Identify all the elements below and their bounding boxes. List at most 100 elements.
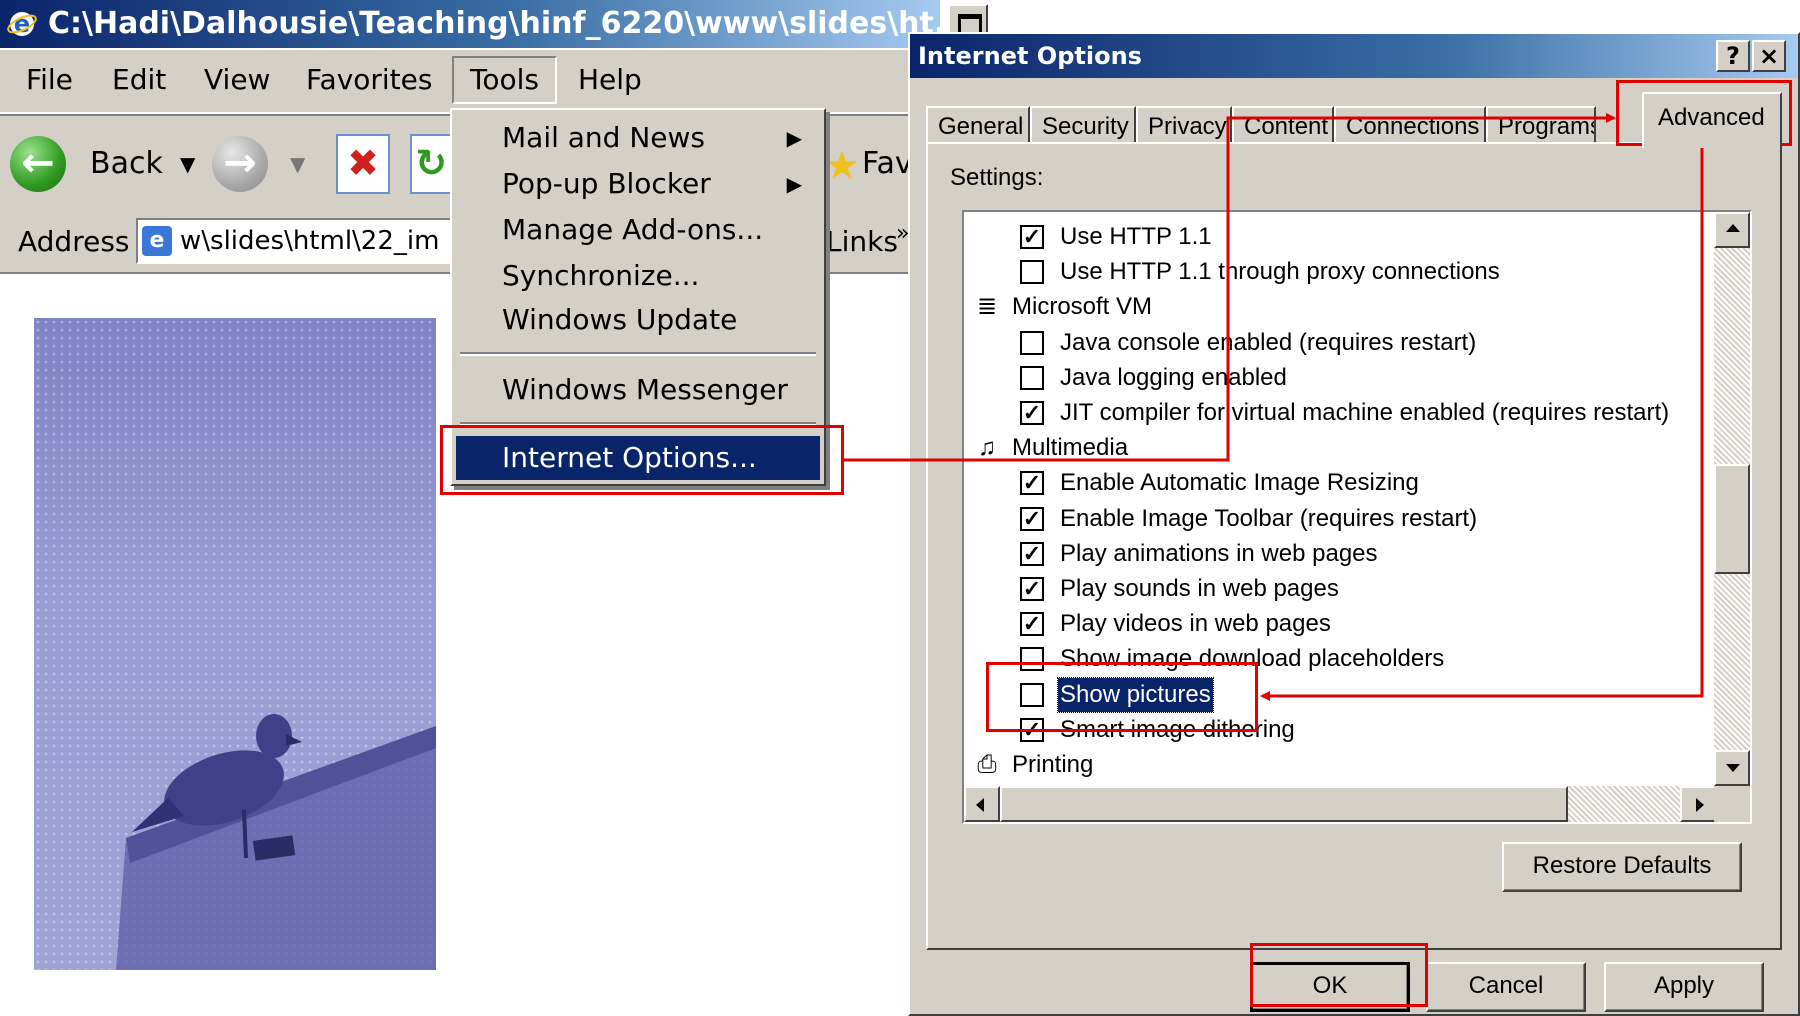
tab-privacy[interactable]: Privacy: [1136, 106, 1232, 144]
seagull-icon: [116, 714, 436, 970]
arrow-left-icon: [976, 798, 984, 812]
menu-item-label: Pop-up Blocker: [502, 167, 711, 200]
horizontal-scroll-thumb[interactable]: [1000, 786, 1568, 822]
checkbox[interactable]: [1020, 330, 1044, 355]
menu-view-label: View: [204, 63, 271, 96]
checkbox[interactable]: ✓: [1020, 612, 1044, 637]
tab-advanced[interactable]: Advanced: [1642, 92, 1782, 148]
printer-icon: ⎙: [972, 750, 1002, 780]
settings-label-text: Printing: [1012, 751, 1094, 778]
checkbox[interactable]: ✓: [1020, 577, 1044, 601]
menu-item-popup-blocker[interactable]: Pop-up Blocker ▶: [456, 162, 820, 206]
settings-label-text: Java console enabled (requires restart): [1060, 328, 1477, 356]
apply-button[interactable]: Apply: [1604, 962, 1764, 1012]
submenu-arrow-icon: ▶: [786, 172, 802, 196]
address-value: w\slides\html\22_im: [180, 226, 440, 256]
menu-help[interactable]: Help: [562, 58, 658, 102]
settings-label-text: Play videos in web pages: [1060, 610, 1331, 638]
menu-item-windows-messenger[interactable]: Windows Messenger: [456, 368, 820, 412]
cancel-button[interactable]: Cancel: [1426, 962, 1586, 1012]
refresh-icon[interactable]: ↻: [410, 134, 450, 194]
browser-title-text: C:\Hadi\Dalhousie\Teaching\hinf_6220\www…: [48, 6, 940, 41]
svg-text:e: e: [14, 10, 30, 38]
menu-bar: File Edit View Favorites Tools Help: [0, 50, 940, 114]
submenu-arrow-icon: ▶: [786, 126, 802, 150]
scroll-up-button[interactable]: [1714, 212, 1750, 248]
menu-item-label: Windows Update: [502, 303, 738, 336]
tab-security[interactable]: Security: [1030, 106, 1136, 144]
tab-connections[interactable]: Connections: [1334, 106, 1486, 144]
arrow-up-icon: [1726, 224, 1740, 232]
links-label[interactable]: Links: [826, 220, 898, 264]
checkbox[interactable]: [1020, 365, 1044, 390]
stop-icon[interactable]: ✖: [336, 134, 390, 194]
tab-label: Content: [1244, 113, 1329, 140]
menu-help-label: Help: [578, 63, 642, 96]
scroll-down-button[interactable]: [1714, 750, 1750, 786]
menu-item-label: Manage Add-ons...: [502, 213, 764, 246]
address-input[interactable]: e w\slides\html\22_im: [136, 218, 472, 264]
forward-button[interactable]: →: [212, 136, 268, 192]
settings-label-text: Multimedia: [1012, 434, 1129, 462]
checkbox[interactable]: ✓: [1020, 541, 1044, 566]
page-icon: e: [142, 226, 172, 256]
scroll-right-button[interactable]: [1680, 786, 1716, 822]
dialog-title: Internet Options: [918, 42, 1142, 70]
settings-label-text: Java logging enabled: [1060, 363, 1287, 391]
back-dropdown-icon[interactable]: ▼: [180, 140, 195, 188]
checkbox[interactable]: [1020, 260, 1044, 285]
help-button[interactable]: ?: [1716, 40, 1750, 72]
menu-separator: [460, 352, 816, 356]
restore-defaults-label: Restore Defaults: [1532, 852, 1712, 879]
menu-favorites[interactable]: Favorites: [290, 58, 448, 102]
highlight-ok-button: [1250, 943, 1428, 1007]
menu-item-label: Mail and News: [502, 121, 706, 154]
tab-strip: General Security Privacy Content Connect…: [926, 92, 1790, 148]
horizontal-scrollbar[interactable]: [964, 786, 1716, 822]
internet-explorer-icon: e: [7, 10, 37, 38]
checkbox[interactable]: ✓: [1020, 225, 1044, 249]
menu-view[interactable]: View: [188, 58, 286, 102]
settings-label-text: Use HTTP 1.1 through proxy connections: [1060, 258, 1500, 286]
settings-label-text: Microsoft VM: [1012, 293, 1153, 321]
menu-item-mail-and-news[interactable]: Mail and News ▶: [456, 116, 820, 160]
document-icon: ≣: [972, 292, 1002, 322]
settings-label-text: JIT compiler for virtual machine enabled…: [1060, 399, 1670, 426]
tab-label: Advanced: [1658, 104, 1765, 131]
forward-dropdown-icon[interactable]: ▼: [290, 140, 305, 188]
favorites-star-icon[interactable]: ★: [824, 144, 860, 188]
tab-general[interactable]: General: [926, 106, 1030, 144]
menu-item-windows-update[interactable]: Windows Update: [456, 298, 820, 342]
tab-programs[interactable]: Programs: [1486, 106, 1596, 144]
settings-label-text: Play sounds in web pages: [1060, 575, 1339, 602]
document-icon-glyph: ≣: [976, 293, 998, 321]
menu-item-label: Windows Messenger: [502, 373, 788, 406]
vertical-scroll-thumb[interactable]: [1714, 464, 1750, 574]
vertical-scrollbar[interactable]: [1714, 212, 1750, 786]
restore-defaults-button[interactable]: Restore Defaults: [1502, 842, 1742, 892]
scroll-left-button[interactable]: [964, 786, 1000, 822]
checkbox[interactable]: ✓: [1020, 506, 1044, 531]
tab-label: General: [938, 113, 1024, 140]
tab-content[interactable]: Content: [1232, 106, 1334, 144]
tab-label: Privacy: [1148, 113, 1227, 140]
menu-file-label: File: [26, 63, 73, 96]
menu-item-manage-addons[interactable]: Manage Add-ons...: [456, 208, 820, 252]
menu-tools[interactable]: Tools: [452, 56, 557, 104]
back-button[interactable]: ← Back ▼: [10, 116, 210, 212]
menu-file[interactable]: File: [10, 58, 89, 102]
menu-item-label: Synchronize...: [502, 259, 700, 292]
menu-tools-label: Tools: [470, 63, 539, 96]
menu-edit[interactable]: Edit: [96, 58, 182, 102]
highlight-show-pictures: [986, 662, 1258, 732]
close-button[interactable]: ×: [1752, 40, 1786, 72]
checkbox[interactable]: ✓: [1020, 401, 1044, 425]
browser-window: e C:\Hadi\Dalhousie\Teaching\hinf_6220\w…: [0, 0, 1030, 1016]
multimedia-icon-glyph: ♫: [978, 434, 996, 462]
arrow-down-icon: [1726, 764, 1740, 772]
internet-options-dialog: Internet Options ? × General Security Pr…: [908, 32, 1800, 1016]
seagull-photo: [34, 318, 436, 970]
menu-item-synchronize[interactable]: Synchronize...: [456, 254, 820, 298]
checkbox[interactable]: ✓: [1020, 471, 1044, 496]
dialog-title-bar: Internet Options ? ×: [910, 34, 1798, 78]
